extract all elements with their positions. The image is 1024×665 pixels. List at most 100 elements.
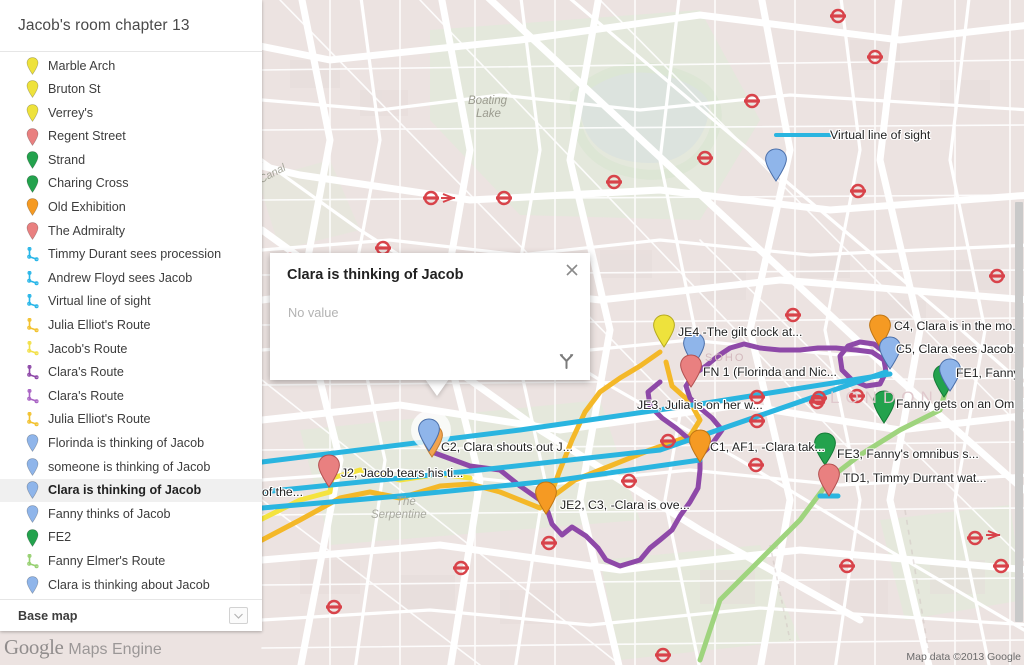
map-label-fe3: FE3, Fanny's omnibus s... [837,447,979,461]
layer-list-item-label: Timmy Durant sees procession [48,247,222,262]
map-place-label-serpentine: Serpentine [371,509,427,521]
map-label-of-the: of the... [262,485,304,499]
marker-j2-jacob-tears-tie[interactable] [317,454,341,488]
map-label-fanny-omnibus: Fanny gets on an Omnib... [896,397,1024,411]
layer-list-item-label: Charing Cross [48,176,129,191]
map-pin-icon [22,480,42,500]
map-attribution: Map data ©2013 Google [906,651,1021,663]
info-window[interactable]: Clara is thinking of Jacob No value [270,253,590,380]
map-label-fn1: FN 1 (Florinda and Nic... [703,365,837,379]
layer-list-item-label: Julia Elliot's Route [48,412,151,427]
layer-list-item[interactable]: Virtual line of sight [0,290,262,314]
layer-list-item[interactable]: Clara is thinking of Jacob [0,478,262,503]
layer-list-item[interactable]: Old Exhibition [0,196,262,220]
layer-list-item-label: The Admiralty [48,223,125,238]
layer-list-item[interactable]: Clara is thinking about Jacob [0,573,262,597]
layer-list-item-label: Old Exhibition [48,200,126,215]
directions-fork-icon[interactable] [556,350,576,370]
map-pin-icon [22,56,42,76]
marker-c2-clara-shouts-blue[interactable] [417,418,441,452]
layer-list-item[interactable]: Strand [0,148,262,172]
layer-list[interactable]: Marble Arch Bruton St Verrey's Regent Stree… [0,52,262,599]
marker-virtual-line-of-sight-endpoint[interactable] [764,148,788,182]
page-title: Jacob's room chapter 13 [18,16,190,34]
layer-list-item-label: Fanny thinks of Jacob [48,506,171,521]
sidebar-header: Jacob's room chapter 13 [0,0,262,52]
polyline-icon [22,268,42,288]
map-pin-icon [22,197,42,217]
layer-list-item-label: Florinda is thinking of Jacob [48,436,205,450]
map-label-je2-c3: JE2, C3, -Clara is ove... [560,498,690,512]
google-wordmark: Google [4,635,64,659]
layer-list-item[interactable]: Clara's Route [0,361,262,385]
map-label-j2: J2, Jacob tears his ti... [341,466,464,480]
polyline-icon [22,245,42,265]
basemap-row[interactable]: Base map [0,599,262,631]
polyline-icon [22,410,42,430]
maps-engine-wordmark: Maps Engine [68,641,162,658]
basemap-label: Base map [18,608,78,623]
layer-list-item[interactable]: Timmy Durant sees procession [0,243,262,267]
layer-list-item[interactable]: Andrew Floyd sees Jacob [0,266,262,290]
map-pin-icon [22,174,42,194]
layer-list-item[interactable]: Julia Elliot's Route [0,408,262,432]
marker-je2-c3-clara[interactable] [534,481,558,515]
polyline-icon [22,363,42,383]
polyline-icon [22,386,42,406]
map-place-label-soho: SOHO [705,352,746,364]
info-window-pointer [425,379,449,396]
map-label-td1: TD1, Timmy Durrant wat... [843,471,987,485]
map-label-fe1: FE1, Fanny Elm [956,366,1024,380]
map-pin-icon [22,79,42,99]
layer-list-item[interactable]: The Admiralty [0,219,262,243]
layer-list-item[interactable]: Fanny Elmer's Route [0,549,262,573]
marker-c1-af1-clara[interactable] [688,429,712,463]
layer-list-item-label: Fanny Elmer's Route [48,553,166,568]
polyline-icon [22,315,42,335]
layer-list-item[interactable]: Jacob's Route [0,337,262,361]
map-pin-icon [22,575,42,595]
map-pin-icon [22,528,42,548]
layer-list-item-label: Clara's Route [48,388,124,403]
map-label-c1-af1: C1, AF1, -Clara tak... [710,440,825,454]
map-place-label-boating: Boating [468,95,508,107]
marker-fn1-florinda-red[interactable] [679,354,703,388]
layer-list-item[interactable]: Clara's Route [0,384,262,408]
layer-list-item-label: Virtual line of sight [48,294,151,309]
layer-list-item[interactable]: Regent Street [0,125,262,149]
layer-list-item-label: Clara's Route [48,365,124,380]
layer-list-item-label: Verrey's [48,105,94,120]
layer-list-item[interactable]: Fanny thinks of Jacob [0,502,262,526]
polyline-icon [22,339,42,359]
chevron-down-icon[interactable] [229,607,248,624]
map-label-c5: C5, Clara sees Jacob. [896,342,1017,356]
layer-list-item[interactable]: Bruton St [0,78,262,102]
map-pin-icon [22,127,42,147]
layer-list-item[interactable]: someone is thinking of Jacob [0,455,262,479]
layer-list-item[interactable]: Florinda is thinking of Jacob [0,432,262,456]
layers-sidebar[interactable]: Jacob's room chapter 13 Marble Arch Bruto… [0,0,262,631]
layer-list-item-label: Strand [48,152,86,167]
layer-list-item-label: Andrew Floyd sees Jacob [48,270,193,285]
layer-list-item[interactable]: Marble Arch [0,54,262,78]
map-pin-icon [22,433,42,453]
marker-td1-timmy-durrant[interactable] [817,463,841,497]
polyline-icon [22,292,42,312]
info-window-body: No value [288,305,339,320]
map-pin-icon [22,150,42,170]
layer-list-item[interactable]: FE2 [0,526,262,550]
close-icon[interactable] [563,261,581,279]
map-pin-icon [22,103,42,123]
sidebar-scrollbar[interactable] [1015,202,1023,622]
polyline-icon [22,551,42,571]
info-window-title: Clara is thinking of Jacob [287,267,464,283]
layer-list-item[interactable]: Verrey's [0,101,262,125]
marker-je4-gilt-clock[interactable] [652,314,676,348]
layer-list-item[interactable]: Julia Elliot's Route [0,314,262,338]
layer-list-item[interactable]: Charing Cross [0,172,262,196]
map-pin-icon [22,457,42,477]
map-label-virtual-line-of-sight: Virtual line of sight [830,128,931,142]
map-label-c4: C4, Clara is in the mo... [894,319,1023,333]
layer-list-item-label: Marble Arch [48,58,116,73]
layer-list-item-label: someone is thinking of Jacob [48,459,211,474]
